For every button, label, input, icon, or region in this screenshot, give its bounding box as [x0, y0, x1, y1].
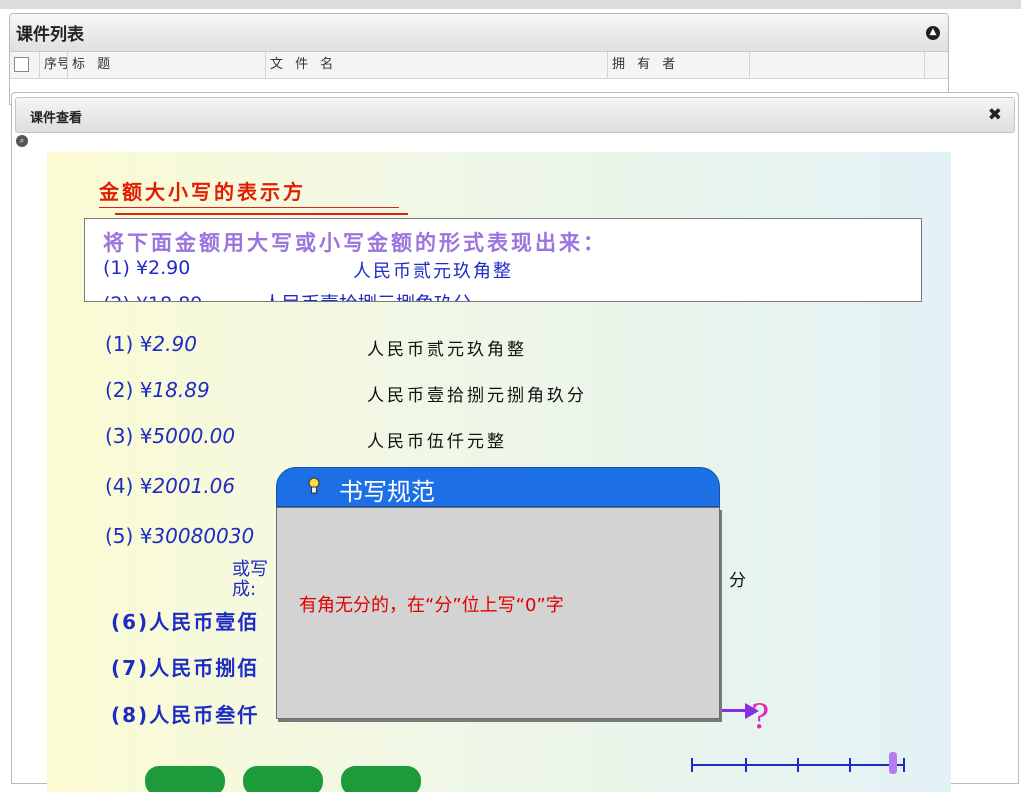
col-filename[interactable]: 文 件 名	[266, 52, 608, 78]
exercise-num: (4) ¥	[105, 474, 153, 498]
slide-title: 金额大小写的表示方	[99, 180, 306, 204]
viewer-title: 课件查看	[30, 111, 83, 126]
tip-title: 书写规范	[339, 478, 435, 506]
exercise-5: (5) ¥30080030	[105, 524, 254, 548]
exercise-2: (2) ¥18.89	[105, 378, 210, 402]
exercise-num: (2) ¥	[105, 378, 153, 402]
select-all-checkbox-cell[interactable]	[10, 52, 40, 78]
exercise-value: 2001.06	[152, 474, 236, 498]
col-extra	[750, 52, 925, 78]
tip-body: 有角无分的，在“分”位上写“0”字	[276, 507, 720, 719]
list-column-header: 序号 标 题 文 件 名 拥 有 者	[10, 52, 948, 79]
close-icon[interactable]: ✖	[988, 105, 1002, 125]
item-8: (8)人民币叁仟	[111, 703, 260, 727]
ruler-tick	[691, 758, 693, 772]
exercise-4: (4) ¥2001.06	[105, 474, 235, 498]
tip-header: 书写规范	[276, 467, 720, 507]
stop-button[interactable]	[243, 766, 323, 792]
tip-popup: 书写规范 有角无分的，在“分”位上写“0”字	[276, 467, 720, 719]
exercise-1: (1) ¥2.90	[105, 332, 197, 356]
exercise-value: 5000.00	[152, 424, 236, 448]
ruler-tick	[849, 758, 851, 772]
col-index[interactable]: 序号	[40, 52, 68, 78]
exercise-num: (5) ¥	[105, 524, 153, 548]
question-mark: ?	[751, 697, 770, 737]
col-owner[interactable]: 拥 有 者	[608, 52, 750, 78]
prompt-box: 将下面金额用大写或小写金额的形式表现出来： (1) ¥2.90 人民币贰元玖角整…	[84, 218, 922, 302]
tip-text: 有角无分的，在“分”位上写“0”字	[299, 595, 564, 616]
exercise-answer: 人民币伍仟元整	[367, 432, 507, 452]
prompt-line-3: (2) ¥18.89 人民币壹拾捌元捌角玖分	[103, 289, 472, 301]
exercise-value: 30080030	[152, 524, 255, 548]
zoom-icon[interactable]: ⌕	[16, 135, 28, 147]
arrow-shaft	[719, 709, 747, 712]
select-all-checkbox[interactable]	[14, 57, 29, 72]
exercise-value: 2.90	[152, 332, 197, 356]
progress-slider-handle[interactable]	[889, 752, 897, 774]
exercise-num: (3) ¥	[105, 424, 153, 448]
item-6: (6)人民币壹佰	[111, 610, 260, 634]
exercise-answer: 人民币壹拾捌元捌角玖分	[367, 386, 587, 406]
partial-fen: 分	[729, 571, 746, 591]
ruler-tick	[745, 758, 747, 772]
col-title[interactable]: 标 题	[68, 52, 266, 78]
play-button[interactable]	[145, 766, 225, 792]
exercise-num: (1) ¥	[105, 332, 153, 356]
item-7: (7)人民币捌佰	[111, 656, 260, 680]
exercise-3: (3) ¥5000.00	[105, 424, 235, 448]
list-header: 课件列表	[10, 14, 948, 52]
list-title: 课件列表	[16, 25, 84, 45]
collapse-button[interactable]: ▲	[926, 26, 940, 40]
title-underline-2	[115, 213, 408, 215]
prompt-line-1: 将下面金额用大写或小写金额的形式表现出来：	[103, 230, 607, 255]
prompt-line-2-right: 人民币贰元玖角整	[353, 261, 513, 282]
prompt-line-2-left: (1) ¥2.90	[103, 257, 191, 279]
ruler-tick	[903, 758, 905, 772]
viewer-header: 课件查看 ✖	[15, 97, 1015, 133]
ruler-tick	[797, 758, 799, 772]
exercise-value: 18.89	[152, 378, 210, 402]
exercise-answer: 人民币贰元玖角整	[367, 340, 527, 360]
replay-button[interactable]	[341, 766, 421, 792]
top-bar	[0, 0, 1021, 9]
title-underline	[99, 207, 399, 208]
lightbulb-icon	[308, 477, 320, 494]
